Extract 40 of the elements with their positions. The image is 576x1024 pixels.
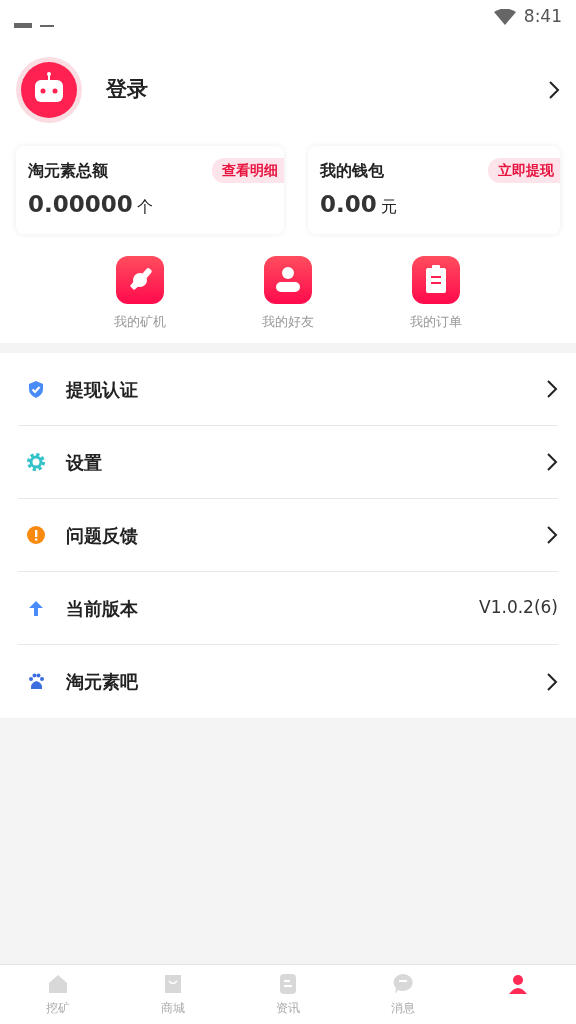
shortcut-label[interactable]: 我的好友 (262, 311, 314, 331)
chevron-right-icon[interactable] (546, 525, 558, 545)
amount-value: 0.00000 (28, 190, 133, 219)
person-icon[interactable] (507, 972, 530, 995)
shield-icon (27, 380, 45, 398)
orders-icon[interactable] (412, 255, 460, 304)
chevron-right-icon[interactable] (546, 379, 558, 399)
tab-label[interactable]: 商城 (160, 998, 185, 1017)
shortcut-label[interactable]: 我的矿机 (114, 311, 166, 331)
tab-label[interactable]: 资讯 (276, 998, 300, 1017)
notification-icon (14, 23, 32, 29)
paw-icon (27, 672, 45, 691)
friends-icon[interactable] (264, 255, 312, 304)
clock-time: 8:41 (523, 5, 562, 29)
detail-button[interactable]: 查看明细 (212, 158, 284, 183)
chevron-right-icon[interactable] (548, 80, 560, 100)
tab-label[interactable]: 消息 (391, 998, 416, 1017)
menu-item-label[interactable]: 提现认证 (66, 375, 546, 403)
notification-icon (40, 25, 54, 29)
shortcut-label[interactable]: 我的订单 (410, 311, 462, 331)
chevron-right-icon[interactable] (546, 452, 558, 472)
unit-label: 个 (136, 196, 153, 218)
detail-button[interactable]: 立即提现 (488, 158, 560, 183)
menu-item-label[interactable]: 设置 (66, 448, 546, 476)
card-title: 淘元素总额 (28, 159, 108, 182)
chevron-right-icon[interactable] (546, 671, 558, 692)
alert-icon (27, 526, 45, 544)
wifi-icon (493, 9, 516, 25)
menu-item-label[interactable]: 问题反馈 (66, 521, 546, 549)
login-link[interactable]: 登录 (106, 74, 548, 106)
miner-icon[interactable] (116, 255, 164, 304)
settings-icon (27, 453, 45, 471)
version-value: V1.0.2(6) (479, 596, 558, 620)
arrow-up-icon (27, 599, 45, 617)
tab-label[interactable]: 挖矿 (45, 998, 70, 1017)
menu-item-label[interactable]: 当前版本 (66, 594, 480, 622)
card-title: 我的钱包 (320, 159, 384, 182)
menu-item-label[interactable]: 淘元素吧 (66, 668, 546, 695)
amount-value: 0.00 (320, 190, 377, 219)
unit-label: 元 (380, 196, 397, 218)
